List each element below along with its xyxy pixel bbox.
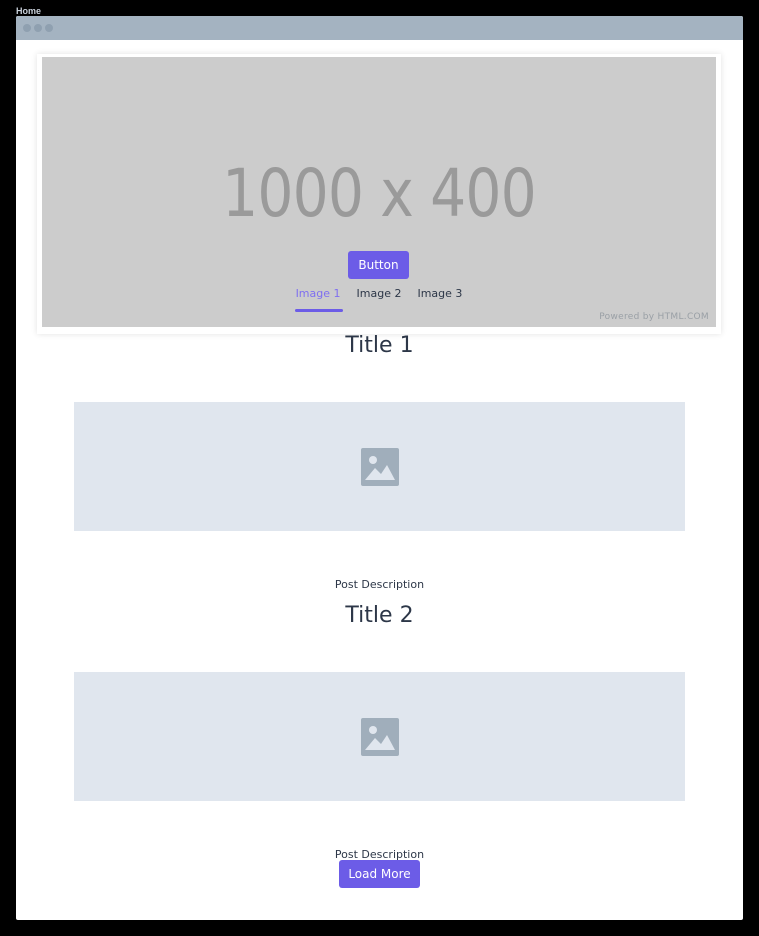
load-more-button[interactable]: Load More	[339, 860, 420, 888]
page-content: 1000 x 400 Button Image 1 Image 2 Image …	[16, 40, 743, 920]
hero-image: 1000 x 400 Button Image 1 Image 2 Image …	[42, 57, 716, 327]
window-titlebar	[16, 16, 743, 40]
post-description-1: Post Description	[334, 578, 425, 591]
hero-button[interactable]: Button	[348, 251, 409, 279]
image-icon	[360, 447, 399, 486]
post-image-1	[74, 402, 685, 531]
window-close-dot[interactable]	[23, 24, 31, 32]
image-icon	[360, 717, 399, 756]
post-image-2	[74, 672, 685, 801]
tab-image-1[interactable]: Image 1	[294, 287, 343, 312]
tab-image-2[interactable]: Image 2	[356, 287, 403, 300]
browser-window: 1000 x 400 Button Image 1 Image 2 Image …	[16, 16, 743, 920]
powered-by-link[interactable]: Powered by HTML.COM	[599, 312, 709, 322]
slider-tabs: Image 1 Image 2 Image 3	[42, 287, 716, 312]
hero-placeholder-text: 1000 x 400	[222, 155, 537, 232]
tab-image-3[interactable]: Image 3	[416, 287, 463, 300]
page-label: Home	[16, 6, 42, 16]
post-title-2: Title 2	[345, 603, 414, 628]
window-maximize-dot[interactable]	[45, 24, 53, 32]
post-title-1: Title 1	[345, 333, 414, 358]
window-minimize-dot[interactable]	[34, 24, 42, 32]
hero-slider: 1000 x 400 Button Image 1 Image 2 Image …	[37, 54, 721, 334]
